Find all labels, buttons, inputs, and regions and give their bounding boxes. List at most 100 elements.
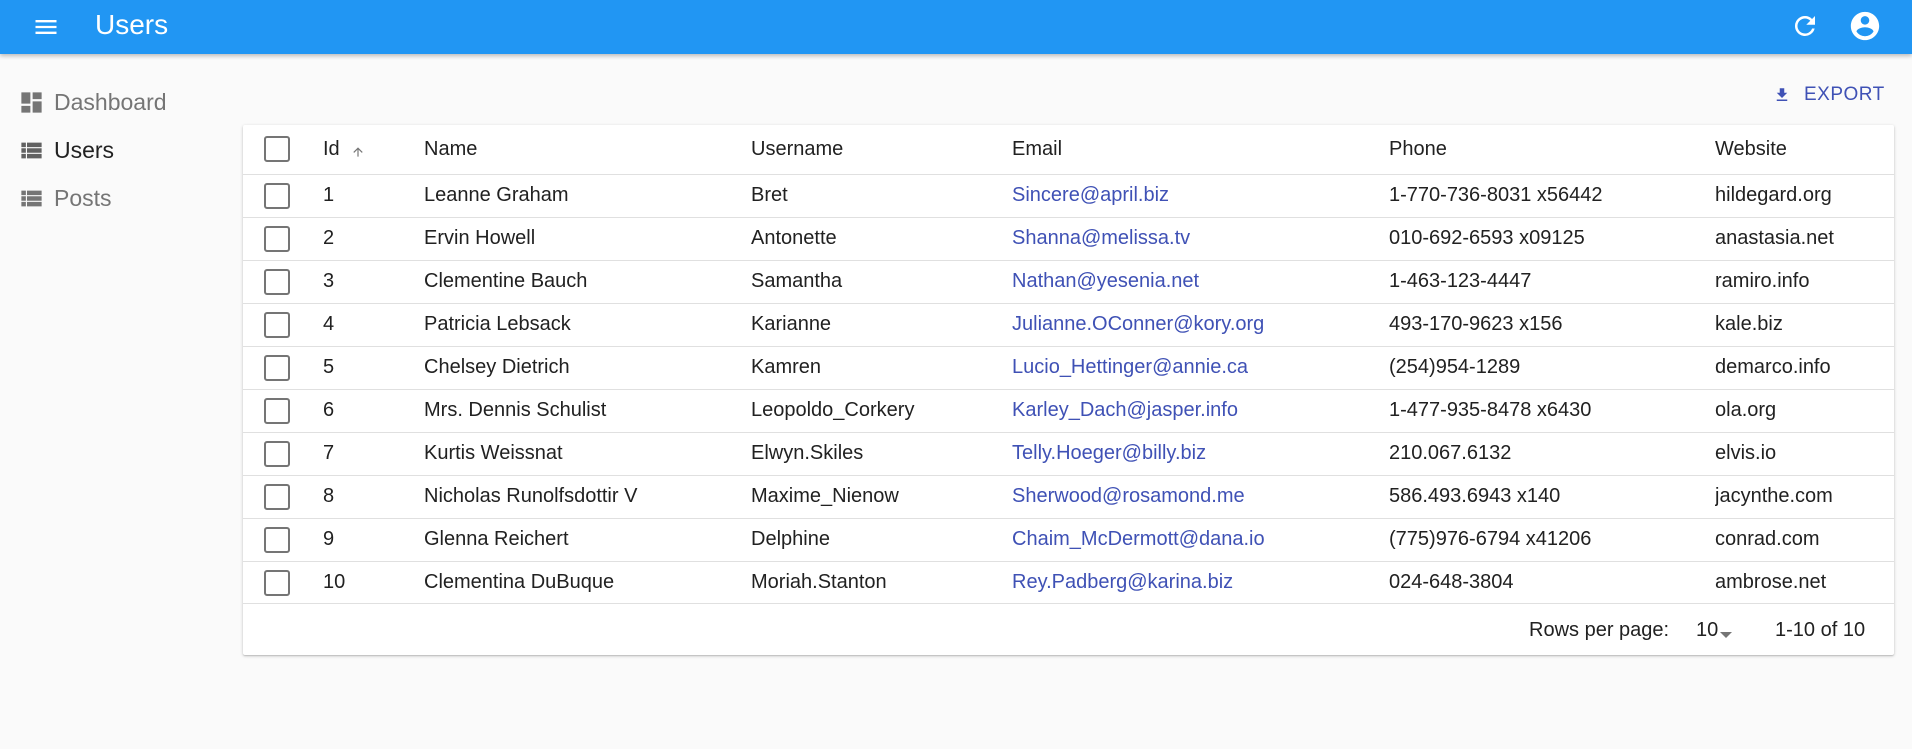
cell-name: Glenna Reichert [424, 528, 569, 550]
row-checkbox[interactable] [264, 569, 290, 596]
table-row[interactable]: 1 Leanne Graham Bret Sincere@april.biz 1… [243, 174, 1894, 217]
table-row[interactable]: 3 Clementine Bauch Samantha Nathan@yesen… [243, 260, 1894, 303]
email-link[interactable]: Sincere@april.biz [1012, 184, 1169, 206]
cell-name: Clementina DuBuque [424, 571, 615, 594]
download-icon [1772, 85, 1792, 105]
cell-phone: 1-463-123-4447 [1389, 270, 1532, 292]
cell-email: Telly.Hoeger@billy.biz [1012, 432, 1389, 475]
cell-phone: 010-692-6593 x09125 [1389, 227, 1585, 249]
table-row[interactable]: 9 Glenna Reichert Delphine Chaim_McDermo… [243, 518, 1894, 561]
users-table: Id Name Username Email Phone Website 1 L… [243, 125, 1894, 604]
cell-username: Kamren [751, 356, 822, 378]
cell-name: Nicholas Runolfsdottir V [424, 485, 638, 507]
table-row[interactable]: 6 Mrs. Dennis Schulist Leopoldo_Corkery … [243, 389, 1894, 432]
refresh-icon[interactable] [1788, 9, 1822, 43]
cell-phone: (775)976-6794 x41206 [1389, 528, 1592, 550]
cell-username: Elwyn.Skiles [751, 442, 864, 464]
row-select-cell [243, 260, 323, 303]
row-select-cell [243, 346, 323, 389]
rows-per-page-select[interactable]: 10 [1696, 619, 1733, 642]
row-checkbox[interactable] [264, 483, 290, 510]
rows-per-page-label: Rows per page: [1529, 619, 1670, 641]
cell-email: Chaim_McDermott@dana.io [1012, 518, 1389, 561]
cell-website: kale.biz [1715, 313, 1783, 335]
row-select-cell [243, 518, 323, 561]
row-checkbox[interactable] [264, 268, 290, 295]
email-link[interactable]: Rey.Padberg@karina.biz [1012, 571, 1233, 593]
cell-email: Julianne.OConner@kory.org [1012, 303, 1389, 346]
list-icon [18, 137, 45, 164]
users-table-card: Id Name Username Email Phone Website 1 L… [243, 125, 1894, 655]
export-button[interactable]: EXPORT [1772, 81, 1885, 109]
email-link[interactable]: Sherwood@rosamond.me [1012, 485, 1245, 507]
cell-website: anastasia.net [1715, 227, 1834, 249]
table-row[interactable]: 4 Patricia Lebsack Karianne Julianne.OCo… [243, 303, 1894, 346]
cell-id: 8 [323, 485, 335, 507]
row-checkbox[interactable] [264, 440, 290, 467]
email-link[interactable]: Nathan@yesenia.net [1012, 270, 1199, 292]
row-checkbox[interactable] [264, 526, 290, 553]
page-title: Users [95, 9, 169, 40]
table-body: 1 Leanne Graham Bret Sincere@april.biz 1… [243, 174, 1894, 604]
header-email[interactable]: Email [1012, 125, 1389, 174]
email-link[interactable]: Shanna@melissa.tv [1012, 227, 1190, 249]
email-link[interactable]: Karley_Dach@jasper.info [1012, 399, 1238, 421]
row-checkbox[interactable] [264, 354, 290, 381]
header-phone[interactable]: Phone [1389, 125, 1715, 174]
cell-username: Karianne [751, 313, 832, 335]
header-id[interactable]: Id [323, 125, 424, 174]
cell-id: 3 [323, 270, 335, 292]
sort-ascending-icon [351, 142, 365, 158]
table-row[interactable]: 5 Chelsey Dietrich Kamren Lucio_Hettinge… [243, 346, 1894, 389]
table-row[interactable]: 8 Nicholas Runolfsdottir V Maxime_Nienow… [243, 475, 1894, 518]
row-select-cell [243, 303, 323, 346]
cell-username: Delphine [751, 528, 830, 550]
cell-username: Bret [751, 184, 788, 206]
table-header-row: Id Name Username Email Phone Website [243, 125, 1894, 174]
cell-website: conrad.com [1715, 528, 1820, 550]
row-checkbox[interactable] [264, 225, 290, 252]
header-website[interactable]: Website [1715, 125, 1894, 174]
row-select-cell [243, 389, 323, 432]
cell-username: Samantha [751, 270, 843, 292]
row-select-cell [243, 475, 323, 518]
cell-phone: 586.493.6943 x140 [1389, 485, 1561, 507]
cell-phone: 493-170-9623 x156 [1389, 313, 1563, 335]
account-circle-icon[interactable] [1846, 7, 1884, 45]
app-bar: Users [0, 0, 1912, 54]
cell-phone: 024-648-3804 [1389, 571, 1514, 594]
email-link[interactable]: Chaim_McDermott@dana.io [1012, 528, 1265, 550]
export-label: EXPORT [1804, 84, 1885, 105]
header-name[interactable]: Name [424, 125, 751, 174]
sidebar-item-users[interactable]: Users [0, 126, 230, 174]
cell-email: Shanna@melissa.tv [1012, 217, 1389, 260]
table-row[interactable]: 10 Clementina DuBuque Moriah.Stanton Rey… [243, 561, 1894, 604]
cell-website: ramiro.info [1715, 270, 1810, 292]
cell-id: 10 [323, 571, 346, 594]
menu-icon[interactable] [30, 11, 62, 43]
email-link[interactable]: Julianne.OConner@kory.org [1012, 313, 1264, 335]
row-checkbox[interactable] [264, 182, 290, 209]
cell-username: Moriah.Stanton [751, 571, 887, 594]
sidebar-item-dashboard[interactable]: Dashboard [0, 78, 230, 126]
table-row[interactable]: 7 Kurtis Weissnat Elwyn.Skiles Telly.Hoe… [243, 432, 1894, 475]
table-row[interactable]: 2 Ervin Howell Antonette Shanna@melissa.… [243, 217, 1894, 260]
sidebar-item-posts[interactable]: Posts [0, 174, 230, 222]
row-select-cell [243, 174, 323, 217]
email-link[interactable]: Lucio_Hettinger@annie.ca [1012, 356, 1248, 378]
sidebar-item-label: Posts [54, 184, 112, 211]
row-select-cell [243, 217, 323, 260]
select-all-checkbox[interactable] [264, 136, 290, 163]
cell-id: 7 [323, 442, 335, 464]
cell-phone: 1-477-935-8478 x6430 [1389, 399, 1592, 421]
list-icon [18, 185, 45, 212]
row-checkbox[interactable] [264, 397, 290, 424]
cell-name: Chelsey Dietrich [424, 356, 570, 378]
row-select-cell [243, 561, 323, 604]
header-username[interactable]: Username [751, 125, 1012, 174]
email-link[interactable]: Telly.Hoeger@billy.biz [1012, 442, 1206, 464]
row-checkbox[interactable] [264, 311, 290, 338]
cell-username: Maxime_Nienow [751, 485, 899, 507]
rows-per-page-value: 10 [1696, 619, 1719, 641]
cell-phone: 210.067.6132 [1389, 442, 1512, 464]
